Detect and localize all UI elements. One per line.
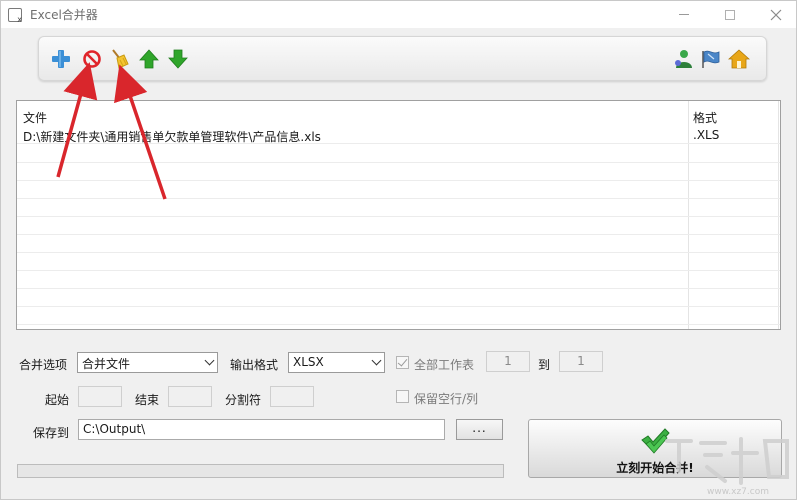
empty-row <box>17 163 780 181</box>
remove-icon <box>83 50 101 68</box>
to-label: 到 <box>538 358 551 372</box>
user-icon <box>675 50 692 68</box>
add-icon <box>52 50 70 68</box>
window-title: Excel合并器 <box>30 8 98 22</box>
all-sheets-label: 全部工作表 <box>414 358 475 372</box>
title-bar: Excel合并器 <box>1 1 796 28</box>
delimiter-input[interactable] <box>270 386 314 407</box>
minimize-button[interactable] <box>661 1 707 28</box>
sheet-from-input[interactable]: 1 <box>486 351 530 372</box>
flag-icon <box>702 50 720 68</box>
watermark-text: www.xz7.com <box>707 487 769 497</box>
maximize-icon <box>725 9 735 20</box>
end-label: 结束 <box>135 393 160 407</box>
empty-row <box>17 199 780 217</box>
save-to-label: 保存到 <box>33 426 70 440</box>
empty-row <box>17 235 780 253</box>
keep-empty-checkbox[interactable] <box>396 390 409 403</box>
close-icon <box>770 9 782 20</box>
add-file-button[interactable] <box>50 48 72 70</box>
broom-icon <box>112 49 129 69</box>
app-window: Excel合并器 <box>0 0 797 500</box>
delimiter-label: 分割符 <box>225 393 262 407</box>
clear-list-button[interactable] <box>108 48 130 70</box>
empty-row <box>17 253 780 271</box>
empty-row <box>17 307 780 325</box>
empty-row <box>17 217 780 235</box>
chevron-down-icon <box>204 355 215 366</box>
empty-row <box>17 271 780 289</box>
end-input[interactable] <box>168 386 212 407</box>
file-format-cell: .XLS <box>693 128 720 142</box>
output-format-label: 输出格式 <box>230 358 279 372</box>
empty-row <box>17 145 780 163</box>
browse-button[interactable]: ... <box>456 419 503 440</box>
all-sheets-checkbox[interactable] <box>396 356 409 369</box>
toolbar <box>38 36 767 81</box>
file-list[interactable]: 文件 格式 D:\新建文件夹\通用销售单欠款单管理软件\产品信息.xls .XL… <box>16 100 781 330</box>
maximize-button[interactable] <box>707 1 753 28</box>
move-up-button[interactable] <box>138 48 160 70</box>
move-down-button[interactable] <box>167 48 189 70</box>
sheet-to-input[interactable]: 1 <box>559 351 603 372</box>
close-button[interactable] <box>753 1 797 28</box>
table-row[interactable]: D:\新建文件夹\通用销售单欠款单管理软件\产品信息.xls .XLS <box>17 126 780 144</box>
home-button[interactable] <box>727 48 751 70</box>
file-list-header: 文件 格式 <box>17 107 780 125</box>
progress-bar <box>17 464 504 478</box>
arrow-down-icon <box>168 49 188 69</box>
excel-app-icon <box>8 7 22 24</box>
column-header-format[interactable]: 格式 <box>693 109 717 126</box>
arrow-up-icon <box>139 49 159 69</box>
column-header-file[interactable]: 文件 <box>23 109 47 126</box>
merge-option-value: 合并文件 <box>82 357 131 371</box>
empty-row <box>17 181 780 199</box>
register-button[interactable] <box>672 48 694 70</box>
keep-empty-label: 保留空行/列 <box>414 392 479 406</box>
chevron-down-icon <box>371 355 382 366</box>
start-label: 起始 <box>45 393 70 407</box>
save-to-input[interactable]: C:\Output\ <box>78 419 445 440</box>
language-button[interactable] <box>700 48 722 70</box>
file-path-cell: D:\新建文件夹\通用销售单欠款单管理软件\产品信息.xls <box>23 130 321 144</box>
start-input[interactable] <box>78 386 122 407</box>
minimize-icon <box>679 14 689 15</box>
merge-option-select[interactable]: 合并文件 <box>77 352 218 373</box>
output-format-select[interactable]: XLSX <box>288 352 385 373</box>
home-icon <box>727 49 751 69</box>
remove-file-button[interactable] <box>81 48 103 70</box>
empty-row <box>17 289 780 307</box>
merge-option-label: 合并选项 <box>19 358 68 372</box>
output-format-value: XLSX <box>293 355 324 369</box>
